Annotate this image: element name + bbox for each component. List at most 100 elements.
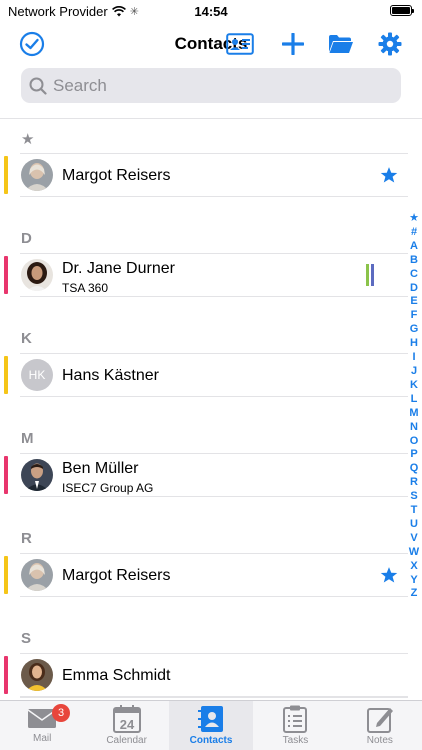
tab-label: Notes [366, 735, 393, 746]
tab-label: Contacts [189, 735, 233, 746]
section-header-label: R [21, 530, 32, 547]
tab-notes[interactable]: Notes [338, 701, 422, 750]
index-letter[interactable]: U [408, 518, 420, 532]
category-color-bar [4, 256, 8, 294]
index-letter[interactable]: A [408, 240, 420, 254]
index-letter[interactable]: G [408, 323, 420, 337]
contact-name: Ben Müller [62, 460, 139, 477]
plus-icon [282, 33, 304, 55]
section-header-r: R [0, 519, 422, 553]
contact-name: Dr. Jane Durner [62, 260, 175, 277]
favorite-star-icon[interactable] [380, 566, 398, 584]
contact-row[interactable]: Emma Schmidt [4, 653, 408, 697]
index-letter[interactable]: N [408, 421, 420, 435]
index-letter[interactable]: P [408, 448, 420, 462]
index-letter[interactable]: E [408, 295, 420, 309]
tab-bar: 3 Mail 24 Calendar Contacts Tasks Notes [0, 700, 422, 750]
index-letter[interactable]: I [408, 351, 420, 365]
tab-contacts[interactable]: Contacts [168, 701, 254, 750]
unread-badge: 3 [52, 704, 70, 722]
section-header-s: S [0, 619, 422, 653]
index-letter[interactable]: Y [408, 574, 420, 588]
contact-row[interactable]: Margot Reisers [4, 153, 408, 197]
search-icon [29, 77, 47, 95]
contact-name: Margot Reisers [62, 567, 171, 584]
category-color-bar [4, 356, 8, 394]
index-letter[interactable]: M [408, 407, 420, 421]
battery-icon [390, 5, 414, 16]
index-letter[interactable]: X [408, 560, 420, 574]
index-letter[interactable]: O [408, 435, 420, 449]
folder-icon [329, 35, 353, 53]
category-color-bar [4, 156, 8, 194]
add-contact-button[interactable] [279, 30, 307, 58]
index-letter[interactable]: V [408, 532, 420, 546]
alphabet-index[interactable]: ★ # A B C D E F G H I J K L M N O P Q R S T U V W X Y Z [408, 212, 420, 601]
gear-icon [378, 32, 402, 56]
avatar [21, 259, 53, 291]
section-header-label: ★ [21, 131, 35, 148]
contact-name: Margot Reisers [62, 167, 171, 184]
page-title: Contacts [174, 34, 248, 53]
tab-label: Calendar [106, 735, 147, 746]
tab-label: Mail [33, 733, 52, 744]
tab-label: Tasks [282, 735, 309, 746]
index-letter[interactable]: L [408, 393, 420, 407]
search-bar[interactable] [21, 68, 401, 103]
section-header-label: S [21, 630, 32, 647]
search-input[interactable] [53, 75, 373, 96]
contact-row[interactable]: Ben Müller ISEC7 Group AG [4, 453, 408, 497]
section-header-label: D [21, 230, 32, 247]
index-letter[interactable]: R [408, 476, 420, 490]
clock: 14:54 [194, 4, 228, 19]
section-header-m: M [0, 419, 422, 453]
contact-name: Hans Kästner [62, 367, 159, 384]
settings-button[interactable] [376, 30, 404, 58]
index-letter[interactable]: D [408, 282, 420, 296]
index-letter[interactable]: S [408, 490, 420, 504]
section-header-label: M [21, 430, 34, 447]
index-letter[interactable]: F [408, 309, 420, 323]
index-letter[interactable]: Z [408, 587, 420, 601]
avatar [21, 559, 53, 591]
index-letter[interactable]: T [408, 504, 420, 518]
index-letter[interactable]: H [408, 337, 420, 351]
index-letter[interactable]: B [408, 254, 420, 268]
index-letter[interactable]: J [408, 365, 420, 379]
index-letter[interactable]: K [408, 379, 420, 393]
category-color-bar [4, 556, 8, 594]
contact-name: Emma Schmidt [62, 667, 171, 684]
category-tag [366, 264, 369, 286]
notes-icon [366, 708, 393, 733]
index-letter[interactable]: C [408, 268, 420, 282]
tab-calendar[interactable]: 24 Calendar [84, 701, 168, 750]
contacts-icon [198, 706, 224, 732]
contact-card-button[interactable] [226, 30, 254, 58]
tab-tasks[interactable]: Tasks [253, 701, 337, 750]
section-header-favorites: ★ [0, 119, 422, 153]
tab-mail[interactable]: 3 Mail [0, 701, 84, 750]
section-header-k: K [0, 319, 422, 353]
nav-bar: Contacts [0, 26, 422, 62]
contact-row[interactable]: HK Hans Kästner [4, 353, 408, 397]
contact-row[interactable]: Dr. Jane Durner TSA 360 [4, 253, 408, 297]
contact-company: TSA 360 [62, 281, 109, 295]
avatar [21, 159, 53, 191]
index-letter[interactable]: # [408, 226, 420, 240]
tasks-icon [283, 705, 308, 733]
contact-card-icon [226, 33, 254, 55]
contact-list: ★ Margot Reisers D Dr. Jane Durner TSA 3… [0, 119, 422, 733]
category-tag [371, 264, 374, 286]
category-color-bar [4, 656, 8, 694]
index-letter[interactable]: W [408, 546, 420, 560]
contact-row[interactable]: Margot Reisers [4, 553, 408, 597]
folder-button[interactable] [327, 30, 355, 58]
section-header-label: K [21, 330, 32, 347]
favorite-star-icon[interactable] [380, 166, 398, 184]
avatar-initials: HK [21, 359, 53, 391]
status-bar: Network Provider ✳ 14:54 [0, 0, 422, 24]
calendar-icon: 24 [112, 705, 141, 733]
index-letter[interactable]: ★ [408, 212, 420, 226]
index-letter[interactable]: Q [408, 462, 420, 476]
category-color-bar [4, 456, 8, 494]
